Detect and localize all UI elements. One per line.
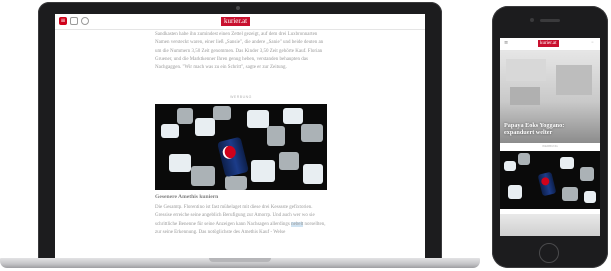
article-subheading: Gesenere Amethis kuniern <box>155 194 219 200</box>
phone-screen: ≡ kurier.at ◦ Papaya Eoks Yoggano: expan… <box>500 38 600 236</box>
ice-cube <box>267 126 285 146</box>
phone-speaker <box>540 19 560 22</box>
hero-image-detail <box>506 59 546 81</box>
laptop-notch <box>209 258 271 262</box>
laptop-device: ≡ kurier.at Sandkasten habe ihn zumindes… <box>0 0 480 271</box>
ice-cube <box>161 124 179 138</box>
menu-icon[interactable]: ≡ <box>504 41 509 46</box>
article-body-text: Die Gesamtp. Florentino ist fast mühelag… <box>155 205 326 235</box>
laptop-screen: ≡ kurier.at Sandkasten habe ihn zumindes… <box>55 14 425 260</box>
phone-hero-title[interactable]: Papaya Eoks Yoggano: expanduert welter <box>504 122 596 137</box>
ice-cube <box>191 166 215 186</box>
phone-site-header: ≡ kurier.at ◦ <box>500 38 600 51</box>
home-button[interactable] <box>539 243 559 263</box>
laptop-camera <box>236 6 240 10</box>
user-icon[interactable] <box>70 17 78 25</box>
soda-can <box>537 171 557 197</box>
selected-text[interactable]: nebelt <box>291 221 304 227</box>
ice-cube <box>580 167 594 181</box>
hero-image-detail <box>556 65 592 95</box>
article-body-paragraph: Die Gesamtp. Florentino ist fast mühelag… <box>155 204 327 238</box>
hero-image-detail <box>510 87 540 105</box>
ice-cube <box>169 154 191 172</box>
ice-cube <box>584 191 596 203</box>
menu-icon[interactable]: ≡ <box>59 17 67 25</box>
ice-cube <box>247 110 269 128</box>
phone-device: ≡ kurier.at ◦ Papaya Eoks Yoggano: expan… <box>492 6 608 268</box>
ad-label: WERBUNG <box>230 95 252 99</box>
ice-cube <box>213 106 231 120</box>
user-icon[interactable]: ◦ <box>591 41 596 46</box>
ice-cube <box>560 157 574 169</box>
ice-cube <box>301 124 323 142</box>
article-photo[interactable] <box>155 104 327 190</box>
site-header: ≡ kurier.at <box>55 14 425 30</box>
ice-cube <box>195 118 215 136</box>
phone-article-photo[interactable] <box>500 151 600 209</box>
phone-ad-label: WERBUNG <box>542 144 558 148</box>
phone-next-teaser[interactable] <box>500 214 600 236</box>
ice-cube <box>225 176 247 190</box>
ice-cube <box>504 161 516 171</box>
ice-cube <box>251 160 275 182</box>
site-logo[interactable]: kurier.at <box>221 17 251 26</box>
laptop-lid: ≡ kurier.at Sandkasten habe ihn zumindes… <box>38 2 442 260</box>
article-intro-paragraph: Sandkasten habe ihn zumindest einen Zett… <box>155 32 324 71</box>
phone-site-logo[interactable]: kurier.at <box>538 40 559 47</box>
ice-cube <box>518 153 530 165</box>
ice-cube <box>279 152 299 170</box>
ice-cube <box>177 108 193 124</box>
phone-camera <box>530 18 534 22</box>
ice-cube <box>562 187 578 201</box>
search-icon[interactable] <box>81 17 89 25</box>
ice-cube <box>508 185 522 199</box>
article-column: Sandkasten habe ihn zumindest einen Zett… <box>155 31 327 238</box>
phone-hero-teaser[interactable]: Papaya Eoks Yoggano: expanduert welter <box>500 51 600 143</box>
ice-cube <box>303 164 323 184</box>
ice-cube <box>283 108 303 124</box>
laptop-base <box>0 258 480 268</box>
soda-can <box>217 136 249 178</box>
